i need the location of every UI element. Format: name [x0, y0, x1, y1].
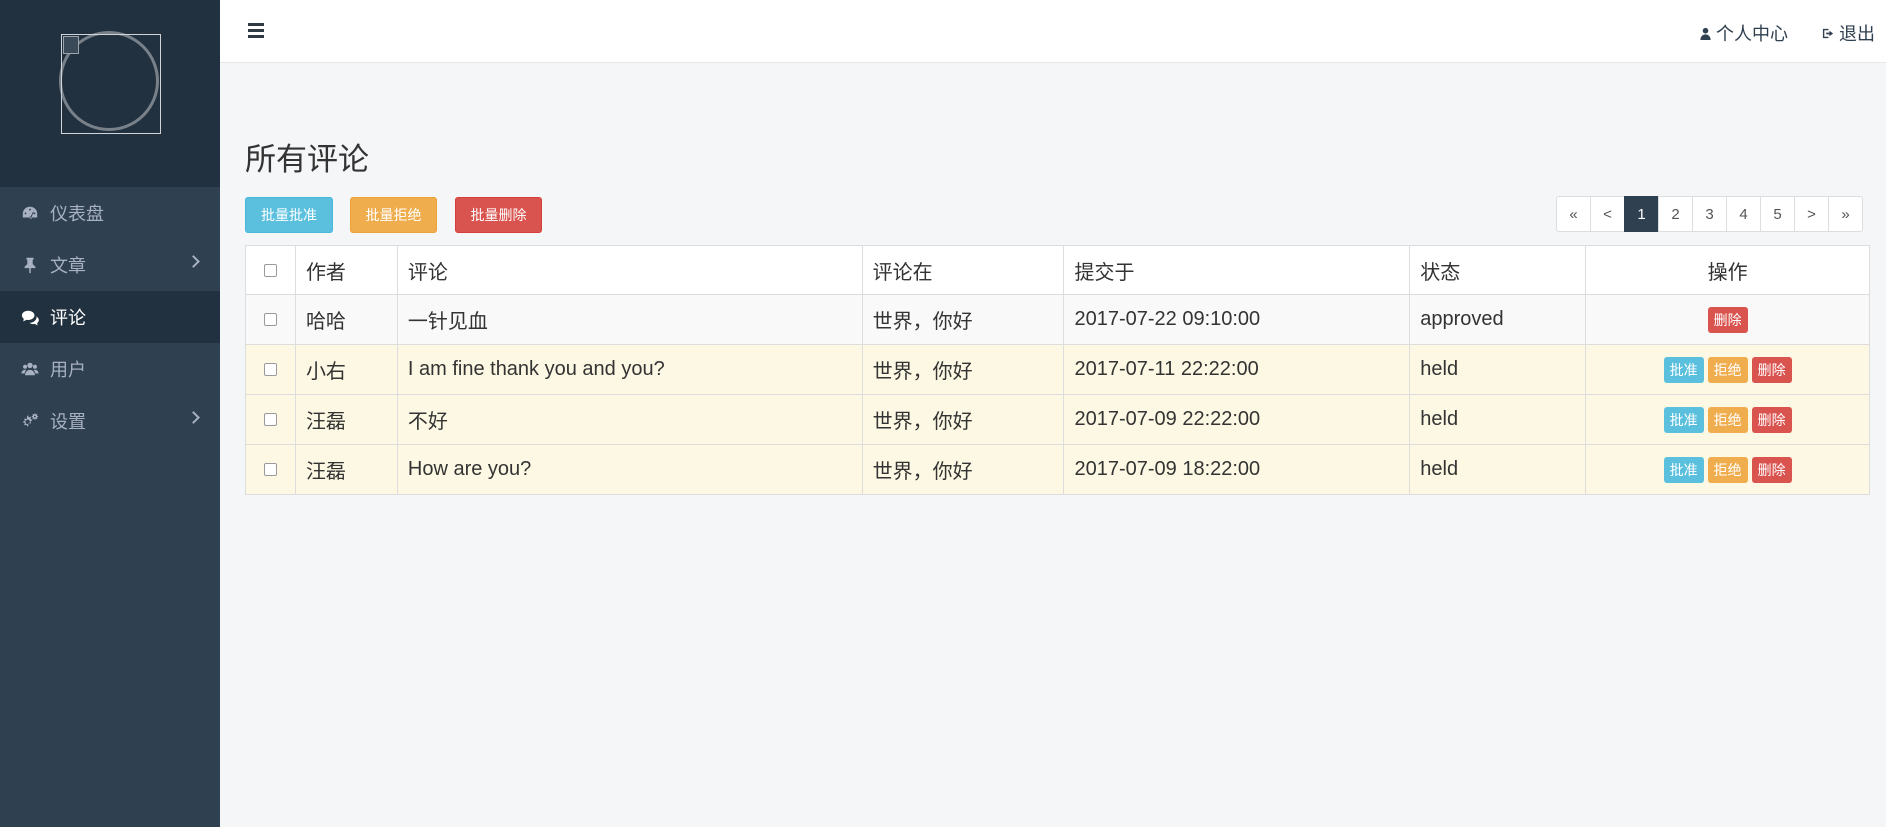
cell-comment: 不好 [396, 394, 863, 445]
cell-author: 汪磊 [294, 394, 398, 445]
users-icon [20, 359, 40, 379]
thumbtack-icon [20, 255, 40, 275]
topbar: 个人中心 退出 [220, 0, 1886, 63]
header-actions: 操作 [1585, 245, 1870, 295]
logout-link[interactable]: 退出 [1822, 20, 1875, 46]
cell-actions: 批准 拒绝 删除 [1585, 344, 1870, 395]
cell-submitted: 2017-07-11 22:22:00 [1063, 344, 1411, 395]
sidebar-item-label: 文章 [50, 256, 86, 276]
sidebar: 仪表盘 文章 评论 用户 设置 [0, 0, 220, 827]
row-checkbox[interactable] [263, 413, 277, 427]
page-prev[interactable]: < [1590, 196, 1625, 232]
cell-post: 世界，你好 [861, 344, 1065, 395]
cell-submitted: 2017-07-09 22:22:00 [1063, 394, 1411, 445]
sidebar-nav: 仪表盘 文章 评论 用户 设置 [0, 187, 220, 447]
page-last[interactable]: » [1828, 196, 1863, 232]
cogs-icon [20, 411, 40, 431]
bulk-reject-button[interactable]: 批量拒绝 [350, 197, 437, 233]
cell-author: 小右 [294, 344, 398, 395]
sidebar-item-users[interactable]: 用户 [0, 343, 220, 395]
bulk-delete-button[interactable]: 批量删除 [455, 197, 542, 233]
page-first[interactable]: « [1556, 196, 1591, 232]
delete-button[interactable]: 删除 [1751, 456, 1792, 483]
cell-status: held [1409, 344, 1587, 395]
sidebar-item-settings[interactable]: 设置 [0, 395, 220, 447]
header-comment[interactable]: 评论 [396, 245, 863, 295]
delete-button[interactable]: 删除 [1751, 356, 1792, 383]
select-all-checkbox[interactable] [263, 263, 277, 277]
cell-submitted: 2017-07-09 18:22:00 [1063, 444, 1411, 495]
table-header-row: 作者 评论 评论在 提交于 状态 操作 [245, 245, 1870, 295]
page-2[interactable]: 2 [1658, 196, 1693, 232]
table-row: 小右 I am fine thank you and you? 世界，你好 20… [245, 344, 1870, 395]
delete-button[interactable]: 删除 [1707, 306, 1748, 333]
sidebar-item-comments[interactable]: 评论 [0, 291, 220, 343]
hamburger-menu-icon[interactable] [248, 23, 264, 39]
select-all-cell [245, 245, 296, 295]
page-4[interactable]: 4 [1726, 196, 1761, 232]
comments-icon [20, 307, 40, 327]
table-row: 哈哈 一针见血 世界，你好 2017-07-22 09:10:00 approv… [245, 294, 1870, 345]
page-5[interactable]: 5 [1760, 196, 1795, 232]
header-submitted[interactable]: 提交于 [1063, 245, 1411, 295]
page-3[interactable]: 3 [1692, 196, 1727, 232]
header-post[interactable]: 评论在 [861, 245, 1065, 295]
reject-button[interactable]: 拒绝 [1707, 356, 1748, 383]
broken-image-icon [63, 36, 79, 54]
cell-author: 哈哈 [294, 294, 398, 345]
sidebar-item-label: 用户 [50, 360, 86, 380]
sidebar-item-label: 评论 [50, 308, 86, 328]
cell-post: 世界，你好 [861, 444, 1065, 495]
cell-submitted: 2017-07-22 09:10:00 [1063, 294, 1411, 345]
reject-button[interactable]: 拒绝 [1707, 406, 1748, 433]
dashboard-icon [20, 203, 40, 223]
row-checkbox[interactable] [263, 463, 277, 477]
cell-actions: 删除 [1585, 294, 1870, 345]
sidebar-item-label: 设置 [50, 412, 86, 432]
cell-comment: I am fine thank you and you? [396, 344, 863, 395]
header-author[interactable]: 作者 [294, 245, 398, 295]
reject-button[interactable]: 拒绝 [1707, 456, 1748, 483]
profile-label: 个人中心 [1716, 24, 1788, 44]
profile-panel [0, 0, 220, 187]
sidebar-item-dashboard[interactable]: 仪表盘 [0, 187, 220, 239]
comments-table: 作者 评论 评论在 提交于 状态 操作 哈哈 一针见血 世界，你好 2017-0… [245, 245, 1870, 495]
sign-out-icon [1822, 28, 1834, 38]
approve-button[interactable]: 批准 [1663, 356, 1704, 383]
cell-actions: 批准 拒绝 删除 [1585, 444, 1870, 495]
sidebar-item-label: 仪表盘 [50, 204, 104, 224]
header-status[interactable]: 状态 [1409, 245, 1587, 295]
approve-button[interactable]: 批准 [1663, 406, 1704, 433]
cell-post: 世界，你好 [861, 394, 1065, 445]
row-checkbox[interactable] [263, 313, 277, 327]
cell-status: held [1409, 444, 1587, 495]
cell-status: held [1409, 394, 1587, 445]
cell-author: 汪磊 [294, 444, 398, 495]
profile-link[interactable]: 个人中心 [1699, 20, 1788, 46]
cell-comment: How are you? [396, 444, 863, 495]
logout-label: 退出 [1839, 24, 1875, 44]
cell-status: approved [1409, 294, 1587, 345]
sidebar-item-articles[interactable]: 文章 [0, 239, 220, 291]
cell-post: 世界，你好 [861, 294, 1065, 345]
approve-button[interactable]: 批准 [1663, 456, 1704, 483]
chevron-right-icon [187, 255, 200, 268]
page-1[interactable]: 1 [1624, 196, 1659, 232]
bulk-approve-button[interactable]: 批量批准 [245, 197, 333, 233]
chevron-right-icon [187, 411, 200, 424]
pagination: « < 1 2 3 4 5 > » [1556, 196, 1863, 232]
cell-actions: 批准 拒绝 删除 [1585, 394, 1870, 445]
table-row: 汪磊 How are you? 世界，你好 2017-07-09 18:22:0… [245, 444, 1870, 495]
delete-button[interactable]: 删除 [1751, 406, 1792, 433]
page-next[interactable]: > [1794, 196, 1829, 232]
page-title: 所有评论 [245, 142, 369, 177]
cell-comment: 一针见血 [396, 294, 863, 345]
table-row: 汪磊 不好 世界，你好 2017-07-09 22:22:00 held 批准拒… [245, 394, 1870, 445]
row-checkbox[interactable] [263, 363, 277, 377]
user-icon [1700, 27, 1711, 40]
